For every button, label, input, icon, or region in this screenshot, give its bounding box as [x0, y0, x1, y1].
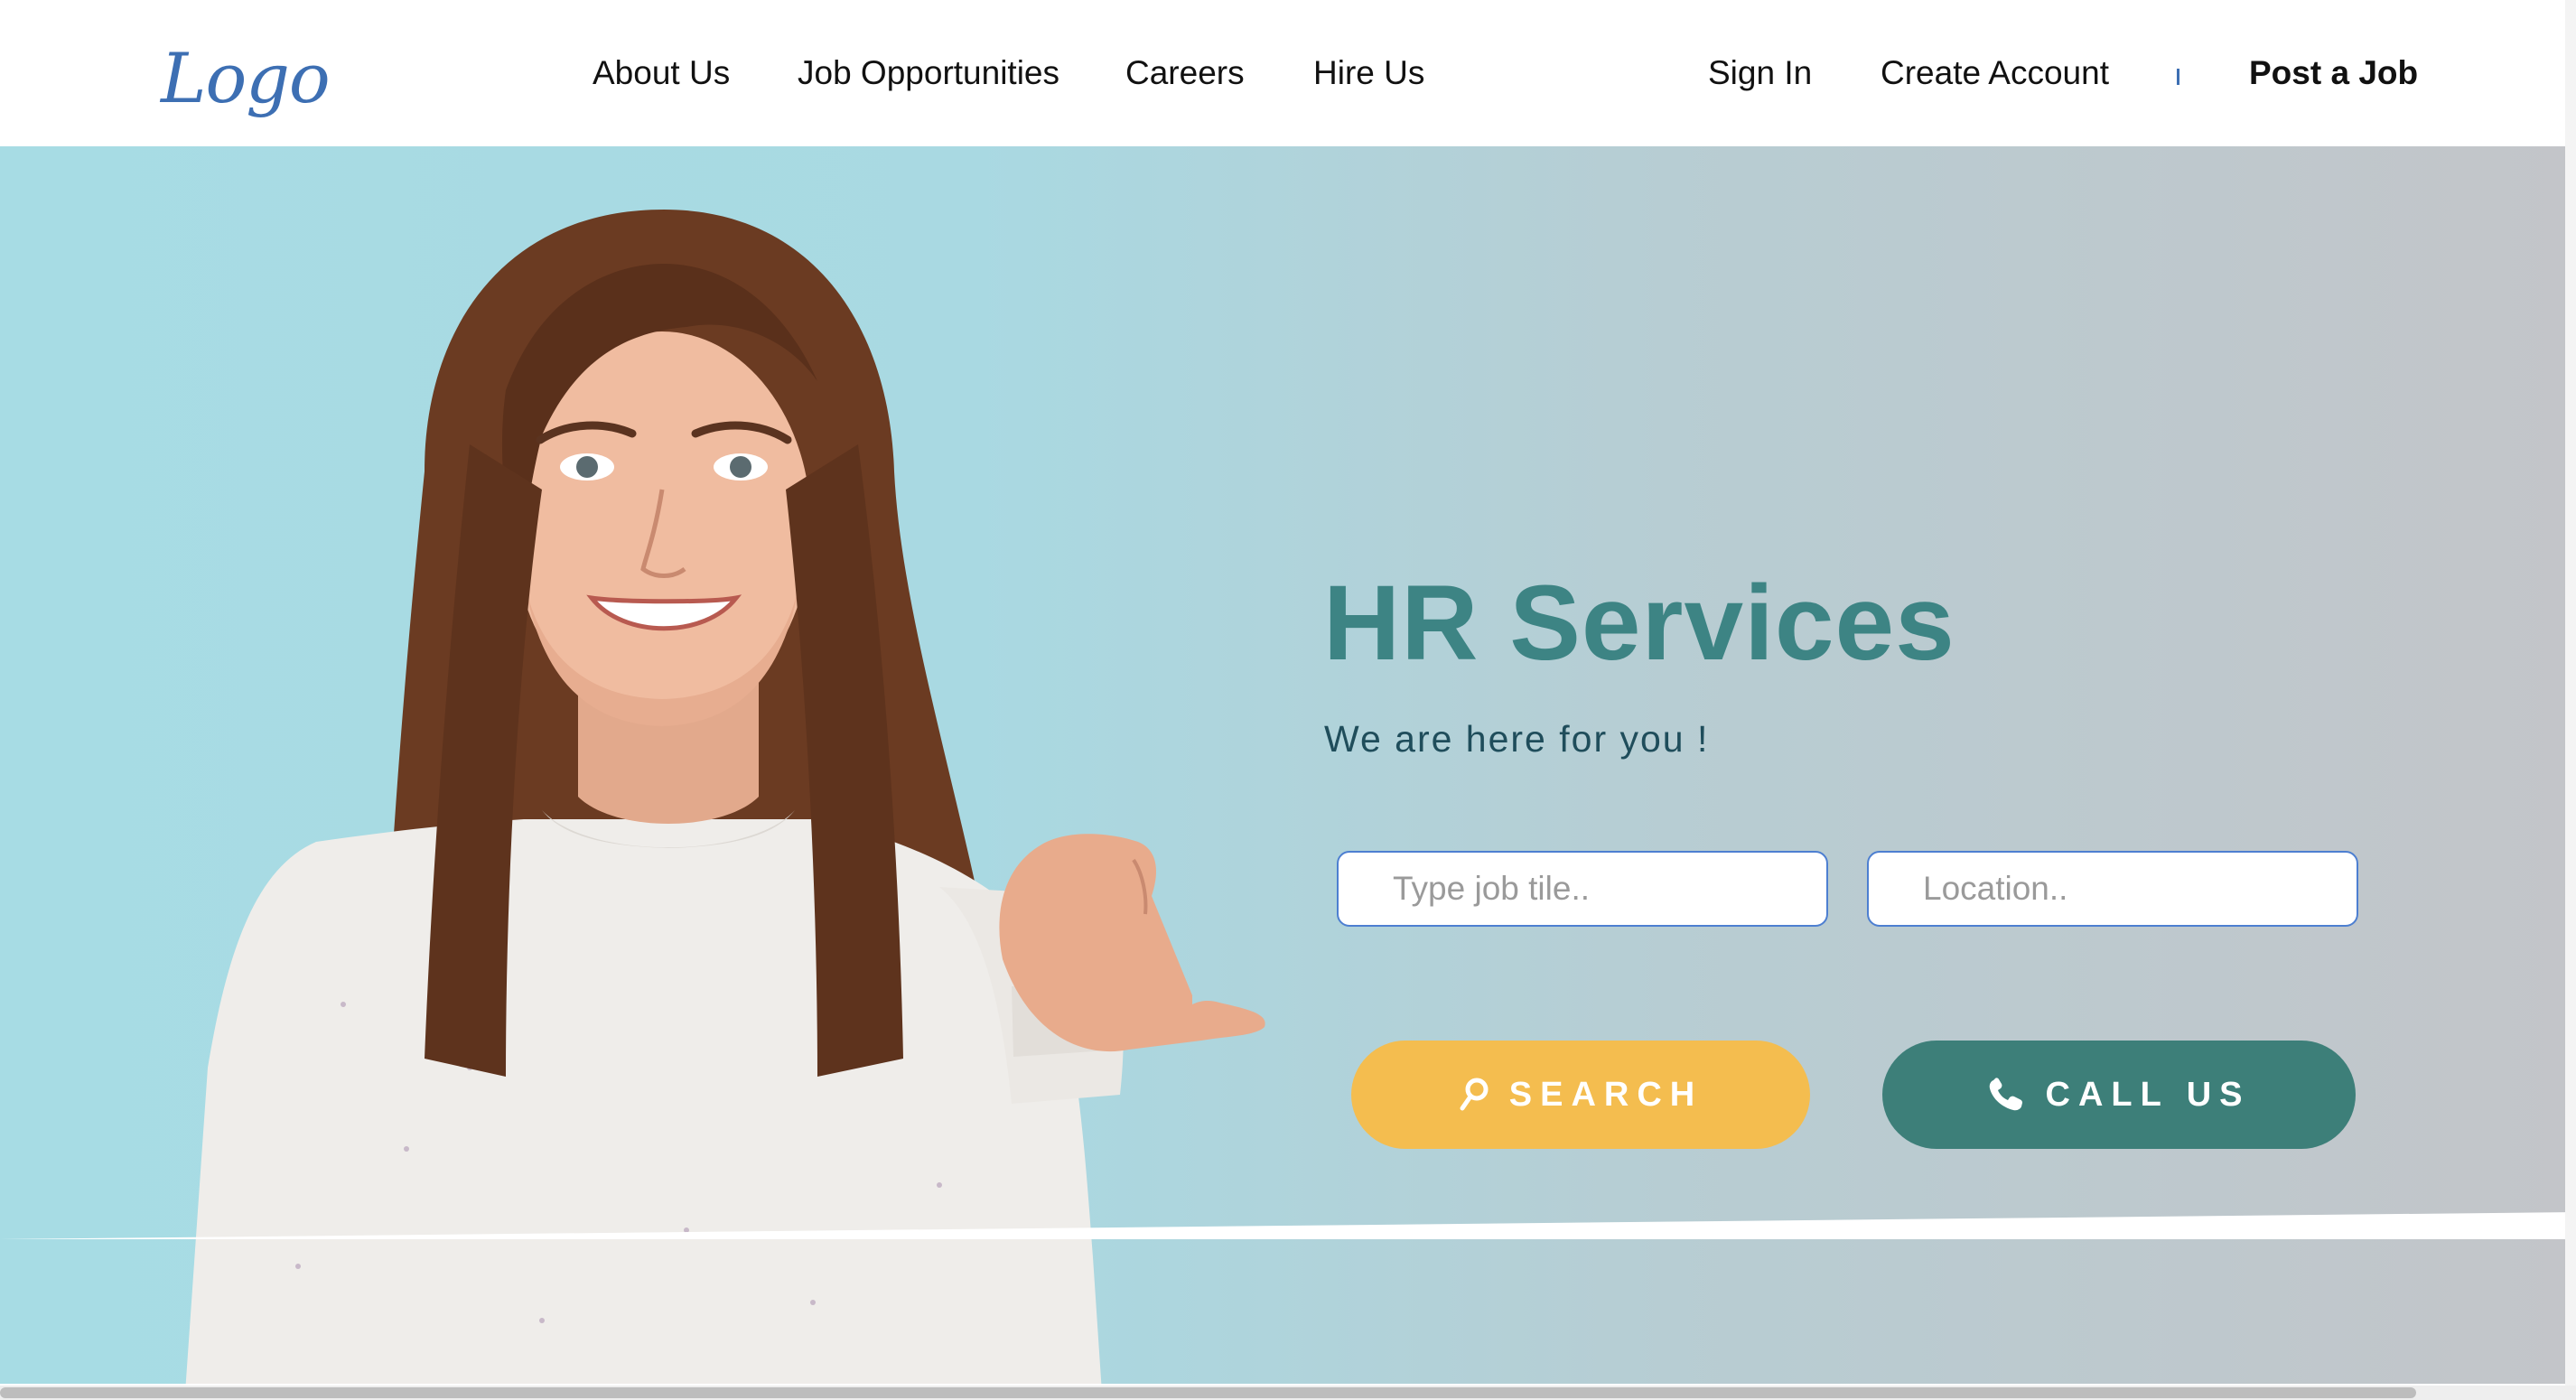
top-navigation-bar: Logo About Us Job Opportunities Careers …: [0, 0, 2576, 146]
location-input[interactable]: [1867, 851, 2358, 927]
horizontal-scrollbar-thumb[interactable]: [0, 1387, 2416, 1398]
create-account-link[interactable]: Create Account: [1881, 54, 2109, 92]
call-us-button-label: CALL US: [2045, 1075, 2251, 1114]
job-title-input[interactable]: [1337, 851, 1828, 927]
call-us-button[interactable]: CALL US: [1882, 1041, 2356, 1149]
search-button[interactable]: SEARCH: [1351, 1041, 1810, 1149]
hero-subtitle: We are here for you !: [1324, 718, 1710, 760]
sign-in-link[interactable]: Sign In: [1708, 54, 1812, 92]
vertical-scrollbar[interactable]: [2565, 0, 2576, 1400]
nav-hire-us[interactable]: Hire Us: [1313, 54, 1424, 92]
hero-title: HR Services: [1323, 564, 1955, 683]
search-button-label: SEARCH: [1508, 1075, 1703, 1114]
hero-section: HR Services We are here for you ! SEARCH…: [0, 146, 2565, 1384]
magnifier-icon: [1459, 1077, 1489, 1113]
nav-divider: [2177, 69, 2179, 85]
nav-job-opportunities[interactable]: Job Opportunities: [798, 54, 1059, 92]
nav-about-us[interactable]: About Us: [593, 54, 730, 92]
hero-person-image: [185, 210, 1265, 1384]
phone-icon: [1988, 1078, 2026, 1112]
site-logo[interactable]: Logo: [161, 38, 331, 118]
nav-careers[interactable]: Careers: [1125, 54, 1245, 92]
post-a-job-button[interactable]: Post a Job: [2249, 54, 2418, 92]
